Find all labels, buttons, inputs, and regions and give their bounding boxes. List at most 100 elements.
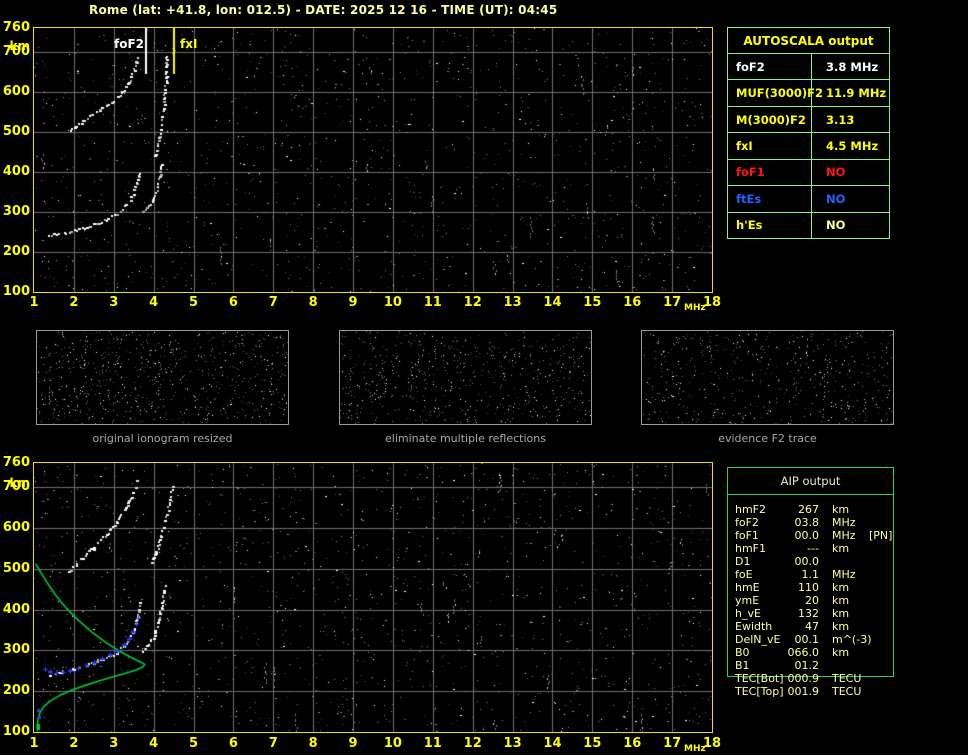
parameter-value: 00.1: [794, 633, 820, 646]
parameter-value: 01.2: [794, 659, 820, 672]
x-tick-label: 16: [623, 295, 642, 310]
parameter-value: m^(-3): [832, 633, 872, 646]
parameter-label: h_vE: [735, 607, 761, 620]
parameter-label: hmE: [735, 581, 760, 594]
x-tick-label: 15: [583, 736, 602, 751]
x-tick-label: 1: [29, 736, 39, 751]
x-tick-label: 14: [543, 295, 562, 310]
parameter-value: [832, 555, 869, 568]
parameter-label: hmF2: [735, 503, 767, 516]
table-row: Ewidth 47 km: [735, 620, 955, 633]
x-tick-label: 17: [663, 295, 682, 310]
thumbnail-f2-trace-canvas: [642, 331, 893, 424]
x-tick-label: 10: [383, 295, 402, 310]
parameter-value: 11.9 MHz: [826, 86, 887, 101]
bottom-ionogram-plot: [33, 462, 713, 733]
y-tick-label: 400: [2, 164, 30, 179]
parameter-value: 00.0: [794, 555, 820, 568]
parameter-label: ftEs: [728, 186, 812, 212]
y-tick-label: 300: [2, 642, 30, 658]
parameter-label: foF2: [728, 54, 812, 80]
parameter-value: km: [832, 646, 850, 659]
x-tick-label: 11: [423, 736, 442, 751]
parameter-label: B0: [735, 646, 750, 659]
table-row: TEC[Bot] 000.9 TECU: [735, 672, 955, 685]
table-row: h_vE 132 km: [735, 607, 955, 620]
y-tick-label: 600: [2, 84, 30, 99]
y-tick-label: 600: [2, 520, 30, 536]
x-tick-label: 13: [503, 295, 522, 310]
parameter-label: Ewidth: [735, 620, 773, 633]
x-tick-label: 11: [423, 295, 442, 310]
x-tick-label: 9: [348, 295, 358, 310]
autoscala-window: Rome (lat: +41.8, lon: 012.5) - DATE: 20…: [0, 0, 968, 755]
parameter-value: 47: [805, 620, 819, 633]
y-tick-label: 200: [2, 683, 30, 699]
parameter-value: 3.13: [826, 112, 855, 127]
parameter-label: h'Es: [728, 212, 812, 238]
x-tick-label: 6: [228, 736, 238, 751]
x-tick-label: 12: [463, 736, 482, 751]
parameter-value: km: [832, 620, 850, 633]
x-tick-label: 16: [623, 736, 642, 751]
thumbnail-caption-original: original ionogram resized: [92, 432, 233, 445]
parameter-value: MHz: [832, 568, 856, 581]
table-row: B0 066.0 km: [735, 646, 955, 659]
y-tick-label: 760: [2, 20, 30, 35]
parameter-value: 3.8 MHz: [826, 59, 879, 74]
parameter-label: foF1: [728, 159, 812, 186]
y-tick-label: 500: [2, 560, 30, 576]
parameter-value: 066.0: [787, 646, 820, 659]
parameter-value: km: [832, 594, 850, 607]
parameter-label: ymE: [735, 594, 760, 607]
y-tick-label: 400: [2, 601, 30, 617]
x-tick-label: 2: [69, 736, 79, 751]
parameter-label: TEC[Bot]: [735, 672, 784, 685]
parameter-value: 267: [798, 503, 819, 516]
parameter-value: km: [832, 542, 850, 555]
top-ionogram-canvas: [34, 28, 712, 292]
y-tick-label: 700: [2, 479, 30, 495]
x-tick-label: 3: [109, 295, 119, 310]
x-tick-label: 14: [543, 736, 562, 751]
table-row: ftEs NO: [728, 185, 889, 212]
fxI-marker-label: fxI: [180, 37, 198, 51]
table-row: hmE 110 km: [735, 581, 955, 594]
parameter-label: B1: [735, 659, 750, 672]
parameter-label: M(3000)F2: [728, 106, 812, 133]
thumbnail-dereflected-ionogram: [339, 330, 592, 425]
table-row: hmF1 --- km: [735, 542, 955, 555]
x-tick-label: 17: [663, 736, 682, 751]
thumbnail-original-canvas: [37, 331, 288, 424]
table-row: h'Es NO: [728, 211, 889, 238]
parameter-value: NO: [826, 218, 846, 233]
table-row: foF1 00.0 MHz [PN]: [735, 529, 955, 542]
x-tick-label: 13: [503, 736, 522, 751]
table-row: foF2 03.8 MHz: [735, 516, 955, 529]
x-tick-label: 8: [308, 736, 318, 751]
x-tick-label: 3: [109, 736, 119, 751]
parameter-value: 000.9: [787, 672, 820, 685]
thumbnail-f2-trace: [641, 330, 894, 425]
parameter-label: hmF1: [735, 542, 767, 555]
thumbnail-caption-dereflected: eliminate multiple reflections: [385, 432, 546, 445]
table-row: DelN_vE 00.1 m^(-3): [735, 633, 955, 646]
table-row: TEC[Top] 001.9 TECU: [735, 685, 955, 698]
parameter-value: TECU: [832, 685, 862, 698]
autoscala-table-title: AUTOSCALA output: [743, 33, 874, 48]
foF2-marker-label: foF2: [113, 37, 144, 51]
parameter-value: km: [832, 581, 850, 594]
parameter-value: km: [832, 607, 850, 620]
top-ionogram-plot: foF2 fxI: [33, 27, 713, 293]
x-tick-label: 7: [268, 736, 278, 751]
parameter-value: 4.5 MHz: [826, 138, 879, 153]
parameter-value: 132: [798, 607, 819, 620]
table-row: fxI 4.5 MHz: [728, 132, 889, 159]
x-tick-label: 8: [308, 295, 318, 310]
x-tick-label: 18: [702, 736, 722, 751]
parameter-value: [832, 659, 869, 672]
table-row: foF2 3.8 MHz: [728, 53, 889, 80]
table-row: MUF(3000)F2 11.9 MHz: [728, 79, 889, 106]
x-tick-label: 4: [149, 295, 159, 310]
ionogram-title: Rome (lat: +41.8, lon: 012.5) - DATE: 20…: [89, 3, 558, 17]
